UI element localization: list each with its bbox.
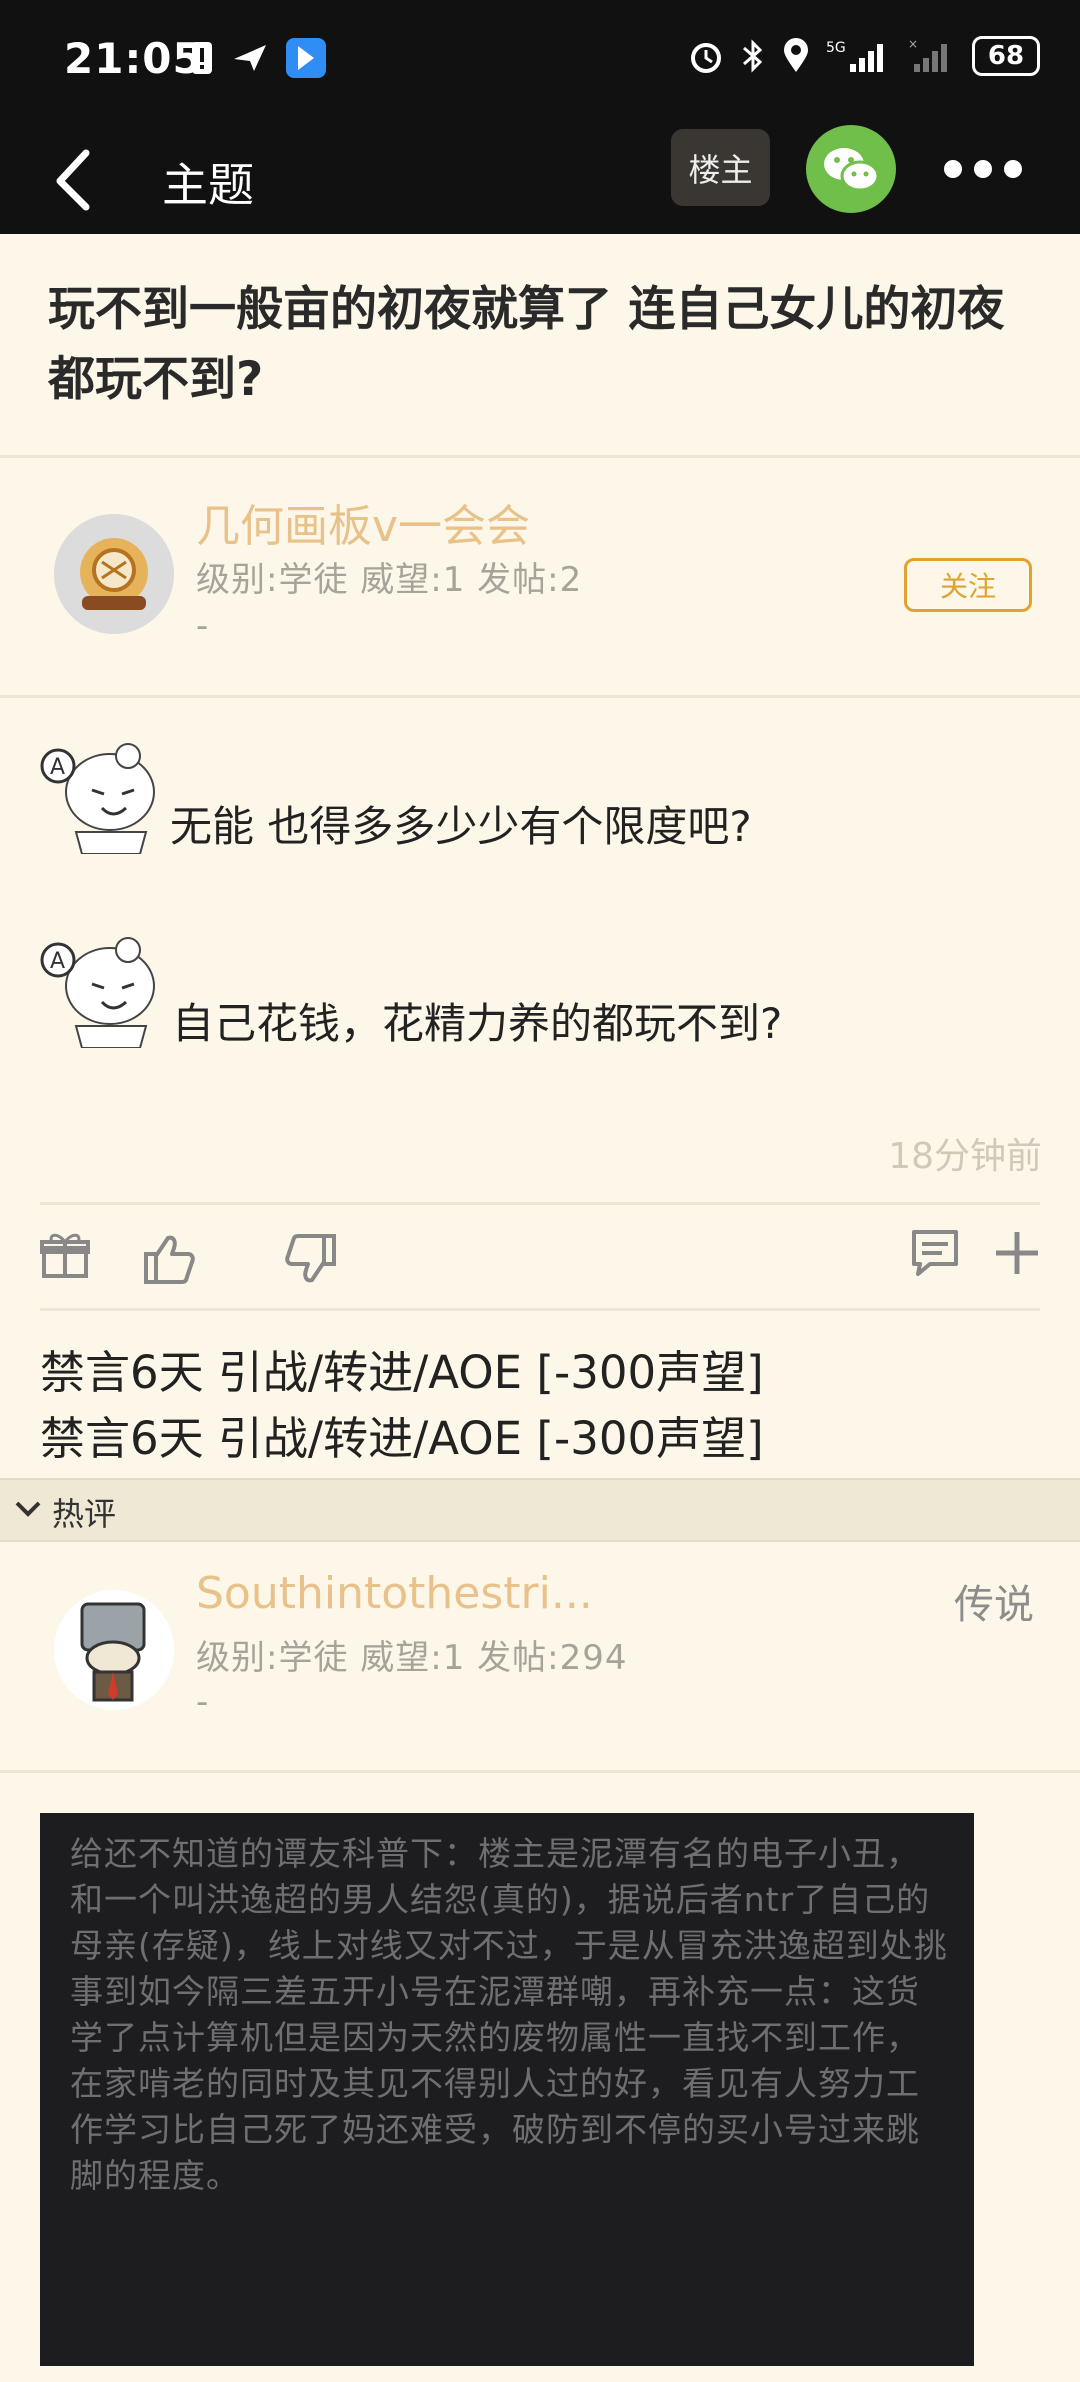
- thumbs-up-icon[interactable]: [142, 1232, 196, 1286]
- legend-badge: 传说: [954, 1582, 1034, 1628]
- post-timestamp: 18分钟前: [888, 1136, 1042, 1177]
- bucket-head-character-icon: [54, 1590, 174, 1710]
- divider: [0, 695, 1080, 698]
- post-line-2: 自己花钱，花精力养的都玩不到?: [172, 999, 783, 1048]
- divider: [0, 1770, 1080, 1773]
- hot-comments-label: 热评: [52, 1495, 117, 1533]
- divider: [40, 1308, 1040, 1311]
- status-time: 21:05: [64, 34, 203, 83]
- author-avatar[interactable]: [54, 514, 174, 634]
- reply-image[interactable]: 给还不知道的谭友科普下：楼主是泥潭有名的电子小丑，和一个叫洪逸超的男人结怨(真的…: [40, 1813, 974, 2366]
- app-bar: 主题 楼主: [0, 125, 1080, 234]
- more-dot-icon: [1004, 160, 1022, 178]
- alarm-icon: [691, 43, 721, 73]
- follow-button[interactable]: 关注: [904, 558, 1032, 612]
- reply-author-meta: 级别:学徒 威望:1 发帖:294: [196, 1638, 628, 1678]
- post-line-1: 无能 也得多多少少有个限度吧?: [170, 802, 752, 851]
- topic-title: 玩不到一般亩的初夜就算了 连自己女儿的初夜都玩不到?: [48, 282, 1005, 407]
- wechat-icon: [824, 148, 880, 192]
- sticker-emoji-icon: A: [40, 743, 155, 854]
- svg-text:5G: 5G: [826, 40, 846, 56]
- signal-5g-icon: 5G: [826, 40, 883, 72]
- chevron-down-icon: [15, 1501, 41, 1517]
- more-dot-icon: [944, 160, 962, 178]
- op-only-button[interactable]: 楼主: [671, 129, 770, 206]
- location-icon: [784, 38, 808, 72]
- reply-image-text: 给还不知道的谭友科普下：楼主是泥潭有名的电子小丑，和一个叫洪逸超的男人结怨(真的…: [70, 1834, 948, 2195]
- back-arrow-icon[interactable]: [48, 145, 108, 215]
- author-meta: 级别:学徒 威望:1 发帖:2: [196, 560, 583, 600]
- status-system-icons: 5G × 68: [688, 36, 1040, 76]
- gift-icon[interactable]: [38, 1228, 92, 1282]
- wechat-share-button[interactable]: [806, 125, 896, 213]
- divider: [40, 1202, 1040, 1205]
- reply-author-name[interactable]: Southintothestri...: [196, 1568, 593, 1619]
- signal-empty-icon: ×: [908, 38, 947, 72]
- svg-text:A: A: [50, 949, 65, 974]
- more-options-button[interactable]: [944, 151, 1034, 187]
- more-dot-icon: [974, 160, 992, 178]
- page-title: 主题: [162, 158, 254, 212]
- penalty-record: 禁言6天 引战/转进/AOE [-300声望]: [40, 1412, 764, 1465]
- reply-avatar[interactable]: [54, 1590, 174, 1710]
- reply-author-signature: -: [196, 1682, 209, 1722]
- send-icon: [234, 45, 266, 71]
- app-icon: [286, 38, 326, 78]
- diving-helmet-icon: [54, 514, 174, 634]
- plus-icon[interactable]: [990, 1226, 1044, 1280]
- svg-text:A: A: [50, 755, 65, 780]
- author-name[interactable]: 几何画板v一会会: [196, 490, 530, 554]
- thumbs-down-icon[interactable]: [284, 1232, 338, 1286]
- alert-icon: [192, 42, 212, 74]
- penalty-record: 禁言6天 引战/转进/AOE [-300声望]: [40, 1346, 764, 1399]
- battery-indicator: 68: [972, 36, 1040, 76]
- svg-text:×: ×: [908, 38, 918, 51]
- author-signature: -: [196, 606, 209, 646]
- divider: [0, 455, 1080, 458]
- comment-icon[interactable]: [908, 1226, 962, 1280]
- status-bar: 21:05 5G × 68: [0, 0, 1080, 125]
- status-notifications: [190, 38, 326, 78]
- hot-comments-header[interactable]: 热评: [0, 1478, 1080, 1542]
- sticker-emoji-icon: A: [40, 937, 155, 1048]
- bluetooth-icon: [743, 39, 763, 73]
